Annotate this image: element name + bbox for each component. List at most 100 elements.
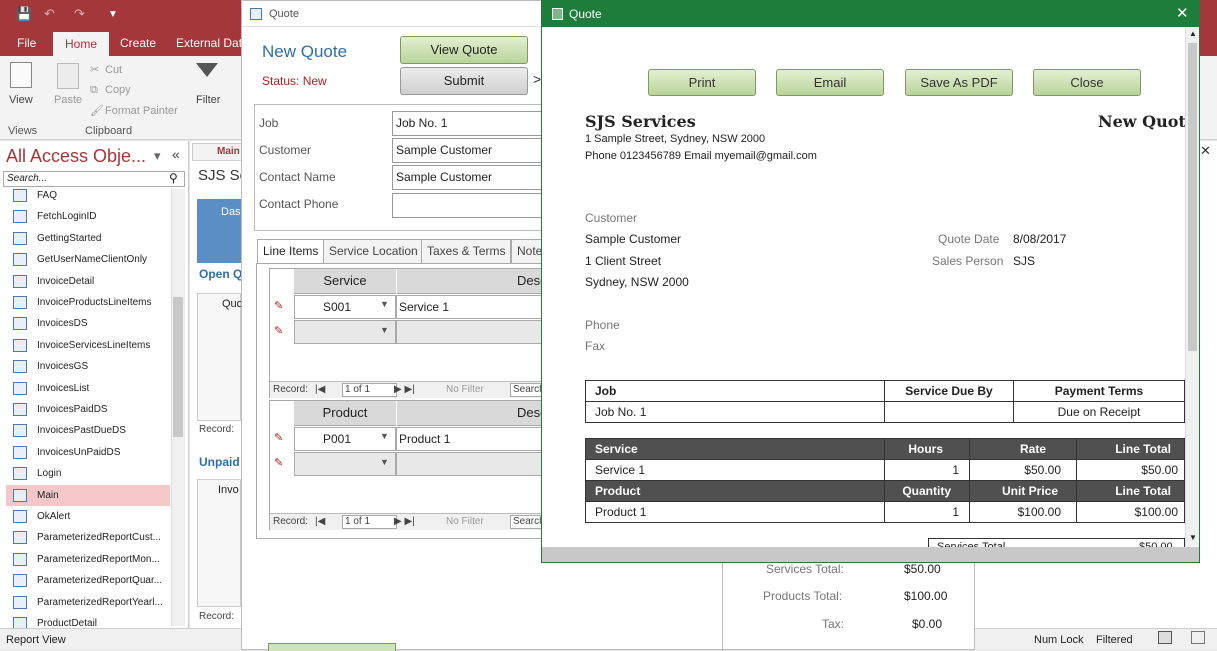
view-button[interactable]: View	[9, 94, 33, 106]
no-filter-label[interactable]: No Filter	[446, 382, 484, 398]
tab-external-data[interactable]: External Data	[176, 36, 249, 50]
nav-item[interactable]: GetUserNameClientOnly	[6, 249, 170, 270]
product-col-header: Product	[294, 401, 396, 426]
nav-item[interactable]: InvoicesPaidDS	[6, 399, 170, 420]
num-lock-indicator: Num Lock	[1034, 634, 1084, 646]
record-position-p[interactable]: 1 of 1	[342, 515, 397, 529]
view-icon[interactable]	[10, 62, 32, 88]
new-row-icon[interactable]: ✎	[274, 324, 283, 337]
nav-item[interactable]: InvoicesList	[6, 378, 170, 399]
nav-pane-title[interactable]: All Access Obje...	[6, 146, 146, 167]
chevron-down-icon-4[interactable]: ▼	[380, 457, 389, 467]
nav-item[interactable]: Main	[6, 484, 170, 506]
report-vertical-scrollbar[interactable]: ▲ ▼	[1185, 27, 1199, 546]
chevron-down-icon-3[interactable]: ▼	[380, 431, 389, 441]
next-record-icon-p[interactable]: ▶ ▶|	[394, 514, 415, 530]
tab-home[interactable]: Home	[53, 32, 110, 56]
customer-field[interactable]: Sample Customer	[392, 138, 552, 163]
collapse-pane-icon[interactable]: «	[172, 146, 180, 162]
chevron-down-icon[interactable]: ▼	[380, 299, 389, 309]
contact-phone-field[interactable]	[392, 193, 552, 218]
nav-item-label: InvoiceDetail	[37, 275, 95, 287]
report-services-total-label: Services Total	[937, 541, 1006, 547]
tab-main[interactable]: Main	[192, 143, 242, 161]
save-pdf-button[interactable]: Save As PDF	[905, 69, 1013, 96]
dashboard-tile[interactable]: Das	[197, 199, 241, 263]
paste-button[interactable]: Paste	[54, 94, 82, 106]
tab-service-location[interactable]: Service Location	[323, 239, 424, 263]
email-button[interactable]: Email	[776, 69, 884, 96]
redo-icon[interactable]: ↷	[74, 6, 85, 22]
nav-scroll-thumb[interactable]	[173, 297, 183, 437]
nav-item-label: InvoicesGS	[37, 361, 89, 373]
search-icon[interactable]: ⚲	[169, 171, 178, 185]
nav-item[interactable]: FetchLoginID	[6, 206, 170, 227]
tab-line-items[interactable]: Line Items	[257, 239, 325, 263]
nav-item[interactable]: Login	[6, 463, 170, 484]
services-total-value: $50.00	[904, 562, 941, 576]
submit-button[interactable]: Submit	[400, 67, 528, 95]
close-button[interactable]: Close	[1033, 69, 1141, 96]
chevron-down-icon-2[interactable]: ▼	[380, 325, 389, 335]
new-product-row-icon[interactable]: ✎	[274, 456, 283, 469]
delete-row-icon[interactable]: ✎	[274, 299, 283, 312]
next-arrow-icon[interactable]: >	[533, 71, 541, 87]
nav-item[interactable]: OkAlert	[6, 506, 170, 527]
contact-name-field[interactable]: Sample Customer	[392, 165, 552, 190]
product-desc-cell[interactable]: Product 1	[396, 427, 559, 451]
close-main-icon[interactable]: ✕	[1200, 143, 1211, 159]
nav-item[interactable]: FAQ	[6, 185, 170, 206]
nav-item[interactable]: InvoicesUnPaidDS	[6, 442, 170, 463]
nav-item[interactable]: ParameterizedReportMon...	[6, 549, 170, 570]
nav-item[interactable]: ParameterizedReportCust...	[6, 527, 170, 548]
nav-item[interactable]: InvoicesGS	[6, 356, 170, 377]
cut-icon: ✂	[90, 64, 100, 76]
tab-file[interactable]: File	[17, 36, 36, 50]
scroll-down-icon[interactable]: ▼	[1189, 533, 1197, 542]
job-field[interactable]: Job No. 1	[392, 111, 552, 136]
scroll-up-icon[interactable]: ▲	[1189, 29, 1197, 38]
service-line-total-cell: $50.00	[1076, 459, 1185, 481]
nav-item[interactable]: InvoiceDetail	[6, 271, 170, 292]
nav-item[interactable]: ParameterizedReportQuar...	[6, 570, 170, 591]
report-scroll-thumb[interactable]	[1188, 43, 1197, 351]
form-object-icon	[13, 595, 27, 609]
nav-item[interactable]: InvoicesDS	[6, 313, 170, 334]
undo-icon[interactable]: ↶	[44, 6, 55, 22]
no-filter-label-p[interactable]: No Filter	[446, 514, 484, 530]
form-object-icon	[13, 424, 27, 438]
quick-access-menu-icon[interactable]: ▼	[108, 9, 118, 20]
tab-create[interactable]: Create	[120, 36, 156, 50]
delete-product-row-icon[interactable]: ✎	[274, 431, 283, 444]
copy-button[interactable]: Copy	[105, 84, 131, 96]
job-label: Job	[259, 116, 279, 130]
report-view-icon[interactable]	[1158, 631, 1172, 644]
save-icon[interactable]: 💾	[16, 6, 32, 22]
nav-item[interactable]: ParameterizedReportYearl...	[6, 592, 170, 613]
close-icon[interactable]: ✕	[1176, 1, 1189, 27]
cut-button[interactable]: Cut	[105, 64, 122, 76]
format-painter-button[interactable]: Format Painter	[105, 105, 178, 117]
nav-item[interactable]: GettingStarted	[6, 228, 170, 249]
print-button[interactable]: Print	[648, 69, 756, 96]
first-record-icon[interactable]: |◀	[315, 382, 325, 398]
nav-item[interactable]: InvoiceProductsLineItems	[6, 292, 170, 313]
product-new-desc-cell[interactable]	[396, 452, 559, 476]
layout-view-icon[interactable]	[1191, 631, 1205, 644]
service-desc-cell[interactable]: Service 1	[396, 295, 559, 319]
open-quotes-grid[interactable]: Quo	[197, 293, 243, 421]
nav-item[interactable]: InvoicesPastDueDS	[6, 420, 170, 441]
service-new-desc-cell[interactable]	[396, 320, 559, 344]
next-record-icon[interactable]: ▶ ▶|	[394, 382, 415, 398]
nav-scrollbar[interactable]	[171, 189, 185, 626]
first-record-icon-p[interactable]: |◀	[315, 514, 325, 530]
tab-taxes-terms[interactable]: Taxes & Terms	[421, 239, 512, 263]
nav-item[interactable]: InvoiceServicesLineItems	[6, 335, 170, 356]
nav-options-icon[interactable]: ▾	[154, 148, 161, 164]
customer-heading: Customer	[585, 211, 638, 225]
form-object-icon	[13, 360, 27, 374]
view-quote-button[interactable]: View Quote	[400, 36, 528, 64]
filter-button[interactable]: Filter	[196, 94, 220, 106]
record-position[interactable]: 1 of 1	[342, 383, 397, 397]
unpaid-grid[interactable]: Invo	[197, 479, 241, 607]
